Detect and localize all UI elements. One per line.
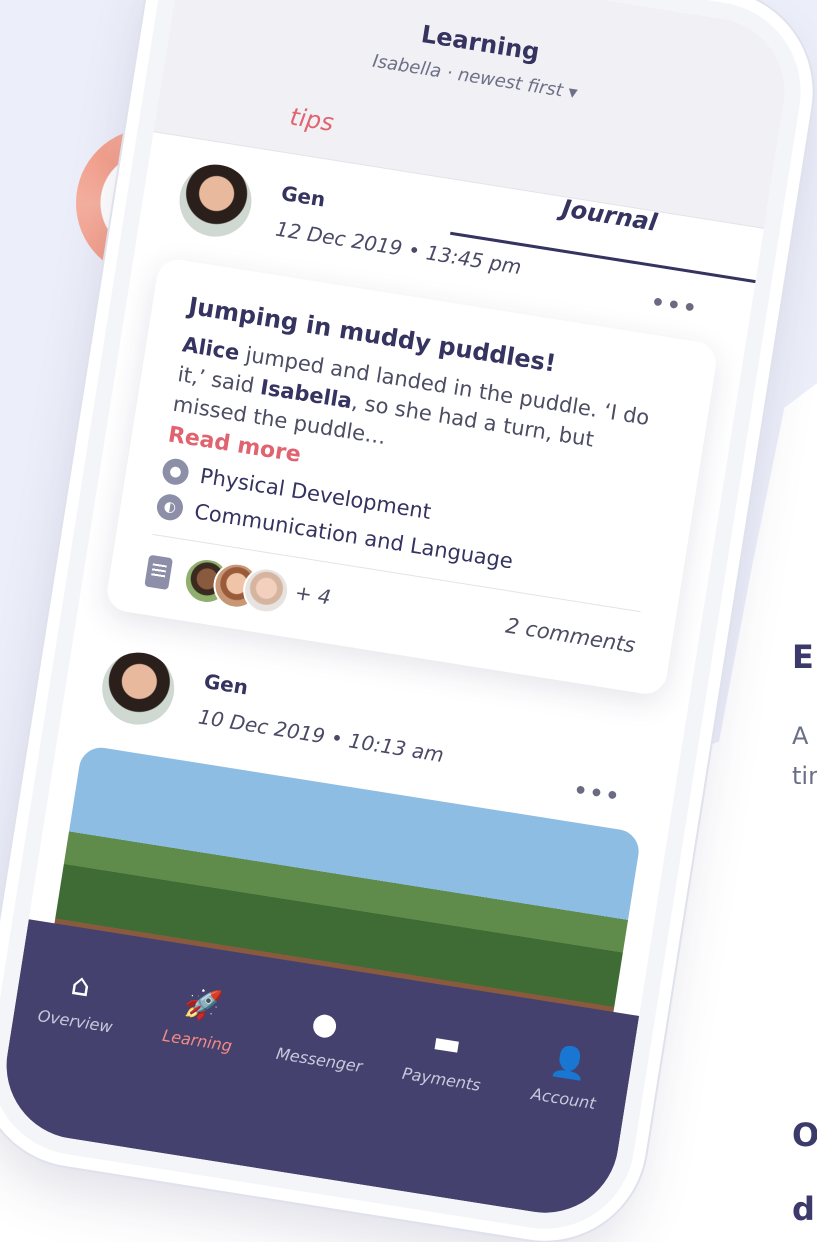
right-heading: E — [792, 638, 814, 676]
avatar — [97, 647, 180, 730]
post-author: Gen — [202, 668, 250, 700]
more-options-icon[interactable]: ••• — [649, 290, 701, 322]
right-bottom-heading-1: O — [792, 1116, 817, 1154]
nav-learning[interactable]: 🚀 Learning — [135, 976, 267, 1060]
post-author: Gen — [279, 181, 328, 212]
child-name-alice: Alice — [180, 332, 242, 366]
post-date: 12 Dec 2019 • 13:45 pm — [274, 216, 524, 280]
speech-bubble-icon: ◐ — [155, 492, 185, 523]
nav-messenger[interactable]: ● Messenger — [257, 995, 389, 1079]
right-text-line-1: A — [792, 722, 809, 750]
nav-account[interactable]: 👤 Account — [501, 1034, 633, 1118]
right-text: A tin — [792, 716, 817, 796]
comments-link[interactable]: 2 comments — [504, 613, 637, 657]
person-icon: ● — [160, 456, 191, 487]
right-text-line-2: tin — [792, 762, 817, 790]
more-children-count[interactable]: + 4 — [293, 580, 332, 609]
avatar — [174, 159, 257, 242]
post-date: 10 Dec 2019 • 10:13 am — [196, 704, 446, 768]
nav-overview[interactable]: ⌂ Overview — [13, 957, 145, 1041]
journal-feed: Gen 12 Dec 2019 • 13:45 pm ••• Jumping i… — [23, 132, 764, 1054]
more-options-icon[interactable]: ••• — [571, 778, 623, 810]
document-icon[interactable] — [144, 554, 174, 591]
right-bottom-heading-2: d — [792, 1190, 815, 1228]
nav-payments[interactable]: ▬ Payments — [379, 1015, 511, 1099]
